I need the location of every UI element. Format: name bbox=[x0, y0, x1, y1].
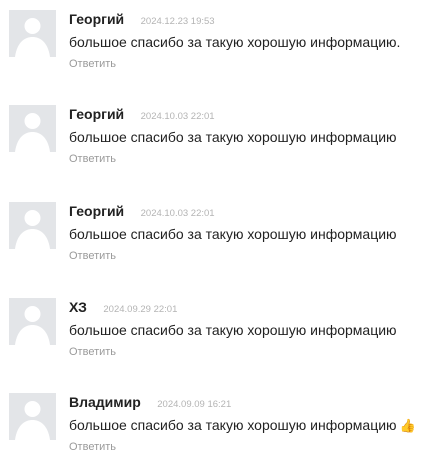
comment-date: 2024.09.09 16:21 bbox=[157, 399, 232, 410]
comment-meta: Георгий 2024.10.03 22:01 bbox=[69, 203, 215, 221]
comment-meta: Владимир 2024.09.09 16:21 bbox=[69, 394, 231, 412]
user-placeholder-icon bbox=[9, 298, 56, 345]
comment-item: Владимир 2024.09.09 16:21 большое спасиб… bbox=[0, 393, 431, 463]
comment-date: 2024.10.03 22:01 bbox=[140, 111, 215, 122]
comment-text: большое спасибо за такую хорошую информа… bbox=[69, 34, 400, 50]
comment-text-body: большое спасибо за такую хорошую информа… bbox=[69, 322, 397, 338]
comment-meta: Георгий 2024.10.03 22:01 bbox=[69, 106, 215, 124]
comment-item: Георгий 2024.10.03 22:01 большое спасибо… bbox=[0, 202, 431, 272]
comment-date: 2024.09.29 22:01 bbox=[103, 304, 178, 315]
comment-author: Владимир bbox=[69, 394, 141, 410]
comment-text: большое спасибо за такую хорошую информа… bbox=[69, 322, 397, 338]
comment-text: большое спасибо за такую хорошую информа… bbox=[69, 129, 397, 145]
user-placeholder-icon bbox=[9, 202, 56, 249]
reply-link[interactable]: Ответить bbox=[69, 153, 116, 165]
comment-item: Георгий 2024.10.03 22:01 большое спасибо… bbox=[0, 105, 431, 175]
comment-author: Георгий bbox=[69, 11, 125, 27]
comment-text-body: большое спасибо за такую хорошую информа… bbox=[69, 417, 397, 433]
comment-date: 2024.10.03 22:01 bbox=[140, 208, 215, 219]
reply-link[interactable]: Ответить bbox=[69, 441, 116, 453]
reply-link[interactable]: Ответить bbox=[69, 250, 116, 262]
avatar bbox=[9, 105, 56, 152]
comment-item: ХЗ 2024.09.29 22:01 большое спасибо за т… bbox=[0, 298, 431, 368]
comment-date: 2024.12.23 19:53 bbox=[140, 16, 215, 27]
comment-text: большое спасибо за такую хорошую информа… bbox=[69, 226, 397, 242]
comment-author: ХЗ bbox=[69, 299, 87, 315]
avatar bbox=[9, 202, 56, 249]
comment-item: Георгий 2024.12.23 19:53 большое спасибо… bbox=[0, 10, 431, 80]
comment-author: Георгий bbox=[69, 203, 125, 219]
avatar bbox=[9, 10, 56, 57]
comment-text-body: большое спасибо за такую хорошую информа… bbox=[69, 129, 397, 145]
avatar bbox=[9, 393, 56, 440]
comment-meta: ХЗ 2024.09.29 22:01 bbox=[69, 299, 177, 317]
avatar bbox=[9, 298, 56, 345]
comment-author: Георгий bbox=[69, 106, 125, 122]
user-placeholder-icon bbox=[9, 393, 56, 440]
comment-text: большое спасибо за такую хорошую информа… bbox=[69, 417, 416, 434]
comment-text-body: большое спасибо за такую хорошую информа… bbox=[69, 226, 397, 242]
user-placeholder-icon bbox=[9, 10, 56, 57]
thumbs-up-icon: 👍 bbox=[399, 418, 416, 433]
user-placeholder-icon bbox=[9, 105, 56, 152]
reply-link[interactable]: Ответить bbox=[69, 346, 116, 358]
reply-link[interactable]: Ответить bbox=[69, 58, 116, 70]
comment-meta: Георгий 2024.12.23 19:53 bbox=[69, 11, 215, 29]
comment-text-body: большое спасибо за такую хорошую информа… bbox=[69, 34, 401, 50]
